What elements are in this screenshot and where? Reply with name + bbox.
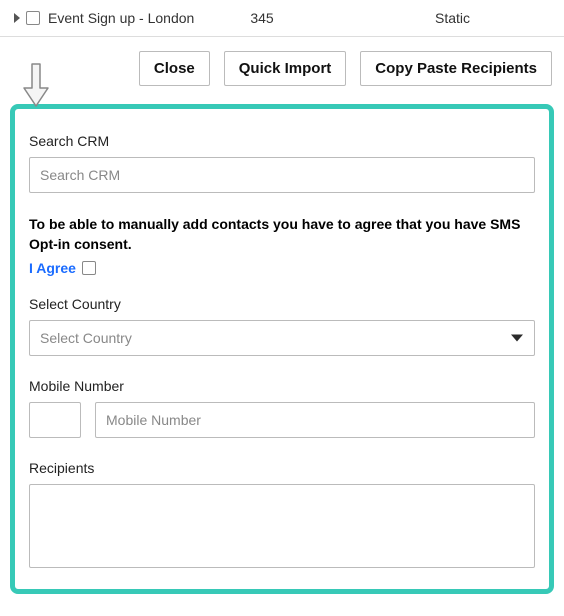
close-button[interactable]: Close: [139, 51, 210, 86]
consent-text: To be able to manually add contacts you …: [29, 215, 535, 254]
select-row-checkbox[interactable]: [26, 11, 40, 25]
action-button-row: Close Quick Import Copy Paste Recipients: [0, 37, 564, 104]
recipients-label: Recipients: [29, 460, 535, 476]
mobile-number-block: Mobile Number: [29, 378, 535, 438]
add-recipients-panel: Search CRM To be able to manually add co…: [10, 104, 554, 594]
recipients-block: Recipients: [29, 460, 535, 571]
recipients-textarea[interactable]: [29, 484, 535, 568]
select-country-block: Select Country Select Country: [29, 296, 535, 356]
expand-caret-icon[interactable]: [14, 13, 20, 23]
i-agree-link[interactable]: I Agree: [29, 260, 76, 276]
list-row: Event Sign up - London 345 Static: [0, 0, 564, 37]
mobile-number-label: Mobile Number: [29, 378, 535, 394]
select-country-label: Select Country: [29, 296, 535, 312]
mobile-prefix-input[interactable]: [29, 402, 81, 438]
list-count: 345: [250, 10, 273, 26]
search-crm-block: Search CRM: [29, 133, 535, 193]
mobile-number-input[interactable]: [95, 402, 535, 438]
copy-paste-recipients-button[interactable]: Copy Paste Recipients: [360, 51, 552, 86]
select-country-dropdown[interactable]: Select Country: [29, 320, 535, 356]
search-crm-input[interactable]: [29, 157, 535, 193]
search-crm-label: Search CRM: [29, 133, 535, 149]
list-name: Event Sign up - London: [48, 10, 194, 26]
i-agree-checkbox[interactable]: [82, 261, 96, 275]
quick-import-button[interactable]: Quick Import: [224, 51, 347, 86]
consent-agree-row: I Agree: [29, 260, 535, 276]
consent-block: To be able to manually add contacts you …: [29, 215, 535, 276]
list-type: Static: [435, 10, 470, 26]
